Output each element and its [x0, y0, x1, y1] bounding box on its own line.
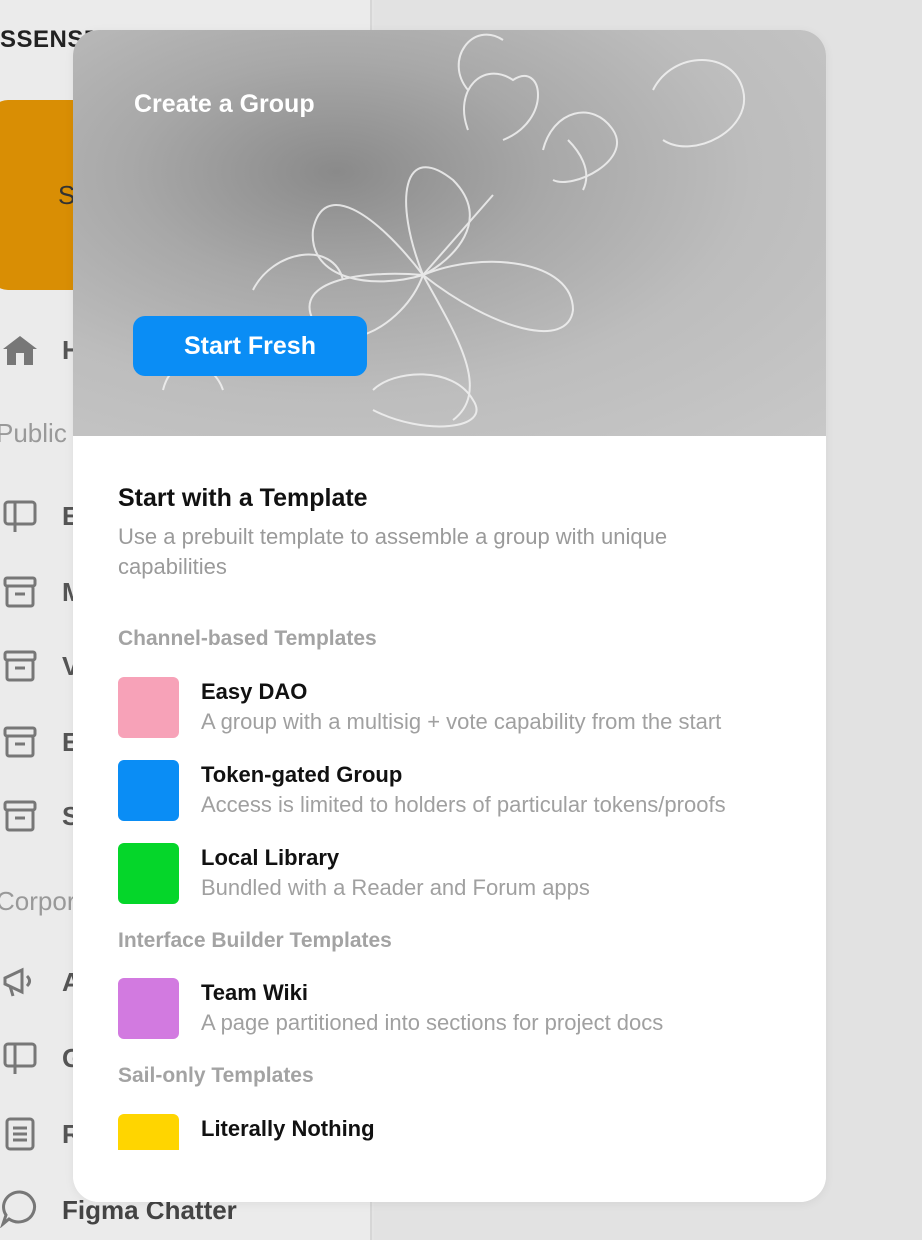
template-name: Local Library	[201, 845, 340, 870]
sidebar-section-corporate: Corpor	[0, 886, 76, 916]
sidebar-item-public-2[interactable]: M	[0, 570, 84, 614]
template-name: Team Wiki	[201, 980, 308, 1005]
template-subheading: Use a prebuilt template to assemble a gr…	[118, 524, 668, 579]
group-label-interface: Interface Builder Templates	[118, 929, 392, 952]
template-swatch	[118, 677, 179, 738]
sidebar-item-public-4[interactable]: E	[0, 720, 79, 764]
template-item-team-wiki[interactable]: Team Wiki A page partitioned into sectio…	[118, 978, 818, 1040]
sidebar-item-home[interactable]: H	[0, 328, 81, 372]
board-icon	[0, 1038, 40, 1078]
hero-banner: Create a Group Start Fresh	[73, 30, 826, 436]
sidebar-item-public-5[interactable]: S	[0, 794, 79, 838]
modal-title: Create a Group	[134, 90, 315, 118]
template-description: A group with a multisig + vote capabilit…	[201, 709, 722, 734]
sidebar-item-corporate-2[interactable]: G	[0, 1036, 82, 1080]
template-description: Access is limited to holders of particul…	[201, 792, 726, 817]
group-label-sail: Sail-only Templates	[118, 1064, 314, 1087]
template-name: Literally Nothing	[201, 1116, 375, 1141]
template-item-easy-dao[interactable]: Easy DAO A group with a multisig + vote …	[118, 677, 818, 739]
sidebar-item-corporate-1[interactable]: A	[0, 960, 81, 1004]
template-name: Easy DAO	[201, 679, 308, 704]
archive-icon	[0, 722, 40, 762]
sidebar-item-corporate-3[interactable]: R	[0, 1112, 81, 1156]
archive-icon	[0, 646, 40, 686]
template-swatch	[118, 843, 179, 904]
template-description: Bundled with a Reader and Forum apps	[201, 875, 590, 900]
template-swatch	[118, 978, 179, 1039]
archive-icon	[0, 796, 40, 836]
chat-bubble-icon	[0, 1188, 40, 1233]
document-icon	[0, 1114, 40, 1154]
template-name: Token-gated Group	[201, 762, 403, 787]
megaphone-icon	[0, 962, 40, 1002]
group-label-channel: Channel-based Templates	[118, 627, 377, 650]
sidebar-item-public-1[interactable]: E	[0, 494, 79, 538]
template-description: A page partitioned into sections for pro…	[201, 1010, 664, 1035]
archive-icon	[0, 572, 40, 612]
template-item-token-gated-group[interactable]: Token-gated Group Access is limited to h…	[118, 760, 818, 822]
sidebar-item-public-3[interactable]: V	[0, 644, 79, 688]
template-heading: Start with a Template	[118, 484, 368, 512]
create-group-modal: Create a Group Start Fresh Start with a …	[73, 30, 826, 1202]
scroll-clip	[73, 1150, 826, 1202]
start-fresh-button[interactable]: Start Fresh	[133, 316, 367, 376]
board-icon	[0, 496, 40, 536]
home-icon	[0, 330, 40, 370]
template-item-local-library[interactable]: Local Library Bundled with a Reader and …	[118, 843, 818, 905]
sidebar-section-public: Public	[0, 418, 67, 448]
template-swatch	[118, 760, 179, 821]
